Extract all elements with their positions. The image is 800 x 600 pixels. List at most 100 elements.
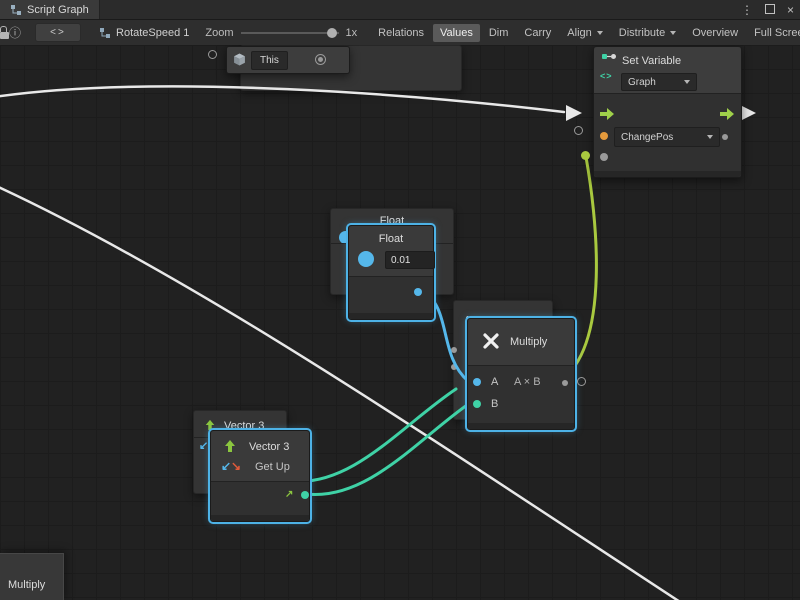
float-type-icon [358,251,374,267]
zoom-control: Zoom 1x [205,27,357,39]
scope-dropdown-value: Graph [628,77,656,88]
divider [468,365,574,366]
variable-dropdown[interactable]: ChangePos [614,127,720,147]
node-footer [349,313,433,319]
getup-subtitle: Get Up [255,461,290,473]
variable-name-port[interactable] [600,132,608,140]
fullscreen-button[interactable]: Full Screen [747,24,800,42]
zoom-slider-knob[interactable] [327,28,337,38]
toolbar-buttons: Relations Values Dim Carry Align Distrib… [371,24,800,42]
multiply-title: Multiply [510,336,547,348]
zoom-value: 1x [346,27,358,39]
corner-multiply-node[interactable]: Multiply [0,553,64,600]
fullscreen-label: Full Screen [754,27,800,39]
float-value: 0.01 [391,255,410,266]
tab-script-graph[interactable]: Script Graph [0,0,100,19]
graph-breadcrumb[interactable]: RotateSpeed 1 [99,27,189,39]
multiply-icon [482,332,500,350]
vector3-title: Vector 3 [249,441,289,453]
float-value-field[interactable]: 0.01 [385,251,435,269]
values-label: Values [440,27,473,39]
arrow-down-right-icon: ↘ [231,460,241,472]
relations-label: Relations [378,27,424,39]
set-variable-icon [601,53,617,67]
multiply-output-port[interactable] [562,380,568,386]
chevron-down-icon [670,31,676,35]
multiply-back-port[interactable] [451,347,457,353]
corner-multiply-title: Multiply [8,579,45,591]
graph-toolbar: ⓘ <> RotateSpeed 1 Zoom 1x Relations Val… [0,20,800,46]
vector3-getup-node[interactable]: Vector 3 ↙ ↘ Get Up ↗ [210,430,310,522]
diagonal-arrow-icon: ↙ [199,441,208,452]
multiply-unconnected-output[interactable] [577,377,586,386]
maximize-icon[interactable] [765,4,775,16]
values-button[interactable]: Values [433,24,480,42]
lock-icon [0,32,9,39]
float-output-port[interactable] [414,288,422,296]
menu-icon[interactable]: ⋮ [741,4,753,16]
set-variable-title: Set Variable [622,55,681,67]
this-label: This [260,55,279,66]
zoom-slider[interactable] [241,32,339,34]
scope-dropdown[interactable]: Graph [621,73,697,91]
code-icon: <> [50,27,66,38]
multiply-input-a-label: A [491,376,498,388]
vector3-output-port[interactable] [301,491,309,499]
variable-dropdown-value: ChangePos [621,132,673,143]
script-graph-icon [10,4,22,16]
graph-name-label: RotateSpeed 1 [116,27,189,39]
up-arrow-icon [223,439,237,453]
lock-button[interactable] [0,20,9,45]
titlebar-controls: ⋮ × [741,0,794,19]
tab-label: Script Graph [27,4,89,16]
divider [594,93,741,94]
this-label-box: This [251,51,288,70]
chevron-down-icon [684,80,690,84]
align-button[interactable]: Align [560,24,609,42]
graph-canvas[interactable]: This <> Set Variable Graph [0,45,800,600]
chevron-down-icon [597,31,603,35]
multiply-input-a-port[interactable] [473,378,481,386]
value-in-port[interactable] [600,153,608,161]
float-node[interactable]: Float 0.01 [348,225,434,320]
vector-to-multiply-wire [306,403,470,495]
chevron-down-icon [707,135,713,139]
distribute-button[interactable]: Distribute [612,24,683,42]
flow-out-arrow-icon[interactable] [719,107,735,121]
window-titlebar: Script Graph ⋮ × [0,0,800,20]
divider [349,276,433,277]
code-icon: <> [600,72,613,81]
close-icon[interactable]: × [787,4,794,16]
vector-to-multiply-wire-2 [292,389,456,481]
multiply-result-label: A × B [514,376,541,388]
target-port-icon[interactable] [315,54,326,65]
cube-icon [233,53,246,66]
overview-button[interactable]: Overview [685,24,745,42]
node-footer [594,171,741,177]
multiply-back-port[interactable] [451,364,457,370]
node-footer [211,515,309,521]
zoom-label: Zoom [205,27,233,39]
setvariable-value-wire-end[interactable] [581,151,590,160]
divider [211,481,309,482]
info-button[interactable]: ⓘ [9,20,21,45]
setvariable-unconnected-port[interactable] [574,126,583,135]
this-input-port[interactable] [208,50,217,59]
set-variable-node[interactable]: <> Set Variable Graph ChangePos [593,46,742,178]
this-node[interactable]: This [226,46,350,74]
edit-graph-button[interactable]: <> [35,23,81,42]
multiply-node[interactable]: Multiply A A × B B [467,318,575,430]
multiply-input-b-port[interactable] [473,400,481,408]
graph-asset-icon [99,27,111,39]
carry-button[interactable]: Carry [517,24,558,42]
relations-button[interactable]: Relations [371,24,431,42]
flow-arrow-in [566,105,582,121]
dim-button[interactable]: Dim [482,24,516,42]
script-graph-window: Script Graph ⋮ × ⓘ <> RotateSpeed 1 Zoom [0,0,800,600]
maximize-square-icon [765,4,775,14]
variable-out-port[interactable] [722,134,728,140]
node-footer [468,423,574,429]
align-label: Align [567,27,591,39]
dim-label: Dim [489,27,509,39]
flow-in-arrow-icon[interactable] [599,107,615,121]
